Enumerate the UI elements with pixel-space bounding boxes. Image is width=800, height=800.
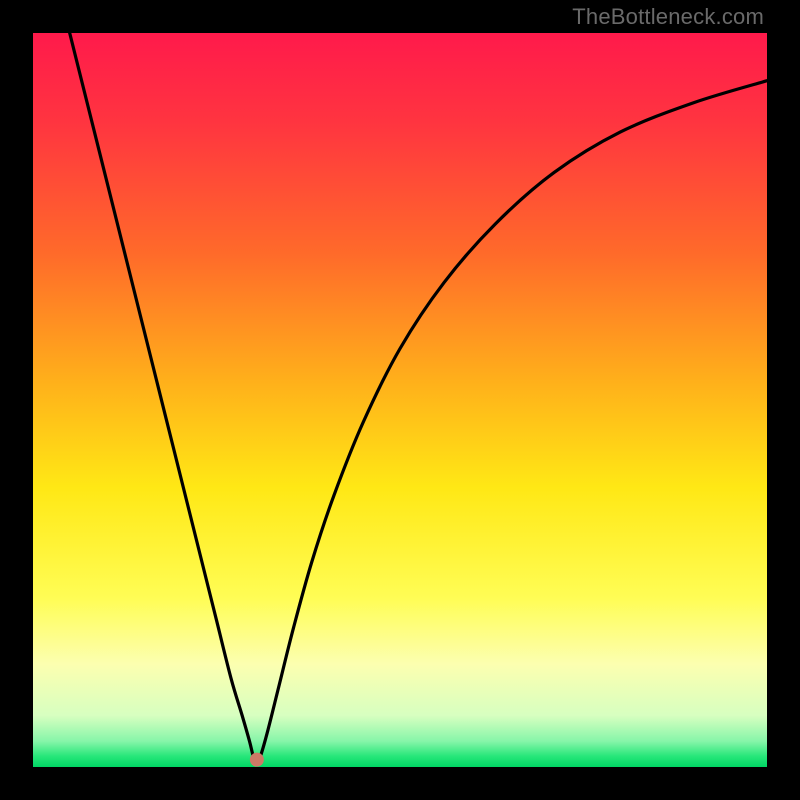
chart-stage: TheBottleneck.com <box>0 0 800 800</box>
bottleneck-curve <box>70 33 767 763</box>
watermark-text: TheBottleneck.com <box>572 4 764 30</box>
curve-layer <box>33 33 767 767</box>
optimum-marker <box>250 753 264 767</box>
plot-area <box>33 33 767 767</box>
